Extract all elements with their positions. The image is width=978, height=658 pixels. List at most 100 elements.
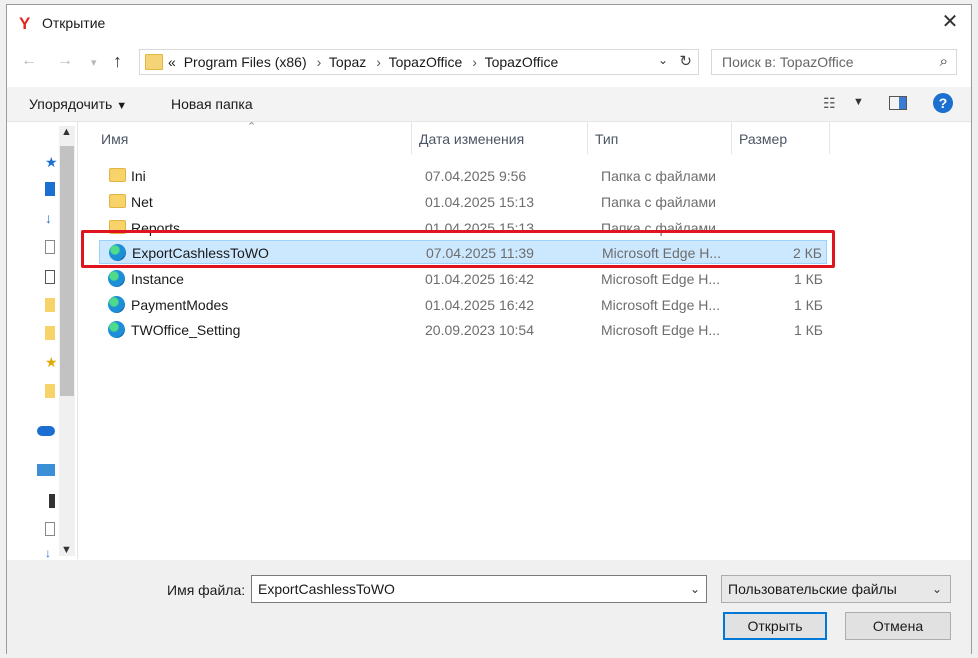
cancel-button[interactable]: Отмена <box>845 612 951 640</box>
address-bar[interactable]: « Program Files (x86) › Topaz › TopazOffic… <box>139 49 699 75</box>
help-icon[interactable]: ? <box>933 93 953 113</box>
chevron-down-icon[interactable]: ⌄ <box>690 582 700 596</box>
folder-icon <box>109 220 126 234</box>
column-header-type[interactable]: Тип <box>595 131 618 163</box>
breadcrumb-item[interactable]: Topaz <box>329 54 366 70</box>
command-toolbar: Упорядочить ▼ Новая папка ☷ ▼ ? <box>7 87 971 122</box>
scroll-down-icon[interactable]: ▼ <box>61 544 72 556</box>
file-name: ExportCashlessToWO <box>132 245 269 261</box>
list-item[interactable]: TWOffice_Setting 20.09.2023 10:54 Micros… <box>99 318 827 342</box>
dialog-title: Открытие <box>42 15 106 31</box>
search-box[interactable]: Поиск в: TopazOffice ⌕ <box>711 49 957 75</box>
file-name: TWOffice_Setting <box>131 322 241 338</box>
chevron-right-icon[interactable]: › <box>376 54 381 70</box>
folder-icon[interactable] <box>45 298 55 312</box>
file-name: Instance <box>131 271 184 287</box>
chevron-right-icon[interactable]: › <box>472 54 477 70</box>
column-divider[interactable] <box>829 122 830 154</box>
list-item[interactable]: Ini 07.04.2025 9:56 Папка с файлами <box>99 164 827 188</box>
folder-icon[interactable] <box>45 384 55 398</box>
edge-icon <box>108 270 125 287</box>
search-input[interactable]: Поиск в: TopazOffice <box>722 54 854 70</box>
file-date: 07.04.2025 9:56 <box>425 168 527 184</box>
list-item[interactable]: Net 01.04.2025 15:13 Папка с файлами <box>99 190 827 214</box>
nav-scrollbar-thumb[interactable] <box>60 146 74 396</box>
scroll-up-icon[interactable]: ▲ <box>61 126 72 138</box>
column-header-date[interactable]: Дата изменения <box>419 131 524 163</box>
navigation-bar: ← → ▾ ↑ « Program Files (x86) › Topaz › To… <box>7 45 971 81</box>
organize-button[interactable]: Упорядочить ▼ <box>29 96 127 112</box>
desktop-icon[interactable] <box>45 182 55 196</box>
column-divider[interactable] <box>731 122 732 154</box>
downloads-icon[interactable]: ↓ <box>45 210 55 226</box>
filetype-select[interactable]: Пользовательские файлы ⌄ <box>721 575 951 603</box>
navigation-pane[interactable]: ★ ↓ ★ ↓ ▲ ▼ <box>7 122 78 560</box>
file-type: Microsoft Edge H... <box>602 245 722 261</box>
chevron-right-icon[interactable]: › <box>317 54 322 70</box>
recent-locations-chevron-icon[interactable]: ▾ <box>91 56 97 69</box>
file-name: Reports <box>131 220 181 236</box>
file-date: 01.04.2025 16:42 <box>425 271 534 287</box>
close-button[interactable]: ✕ <box>939 11 961 33</box>
dialog-footer: Имя файла: ExportCashlessToWO ⌄ Пользова… <box>7 560 971 655</box>
organize-label: Упорядочить <box>29 96 113 112</box>
this-pc-icon[interactable] <box>37 464 55 476</box>
forward-button[interactable]: → <box>57 52 73 70</box>
chevron-down-icon[interactable]: ⌄ <box>932 582 942 596</box>
documents-icon[interactable] <box>45 240 55 254</box>
view-mode-icon[interactable]: ☷ <box>823 95 836 112</box>
filename-field[interactable]: ExportCashlessToWO ⌄ <box>251 575 707 603</box>
filetype-value: Пользовательские файлы <box>728 581 897 597</box>
file-date: 01.04.2025 15:13 <box>425 194 534 210</box>
chevron-down-icon[interactable]: ⌄ <box>658 53 668 67</box>
column-divider[interactable] <box>587 122 588 154</box>
folder-icon <box>109 194 126 208</box>
list-item[interactable]: Instance 01.04.2025 16:42 Microsoft Edge… <box>99 267 827 291</box>
refresh-button[interactable]: ↻ <box>679 52 692 70</box>
breadcrumb-item[interactable]: Program Files (x86) <box>184 54 307 70</box>
up-button[interactable]: ↑ <box>113 51 122 72</box>
file-name: PaymentModes <box>131 297 229 313</box>
new-folder-button[interactable]: Новая папка <box>171 96 253 112</box>
title-bar: Y Открытие ✕ <box>7 5 971 41</box>
edge-icon <box>109 244 126 261</box>
open-file-dialog: Y Открытие ✕ ← → ▾ ↑ « Program Files (x8… <box>6 4 972 655</box>
back-button[interactable]: ← <box>21 52 37 70</box>
sort-ascending-icon: ⌃ <box>247 121 257 133</box>
documents-icon[interactable] <box>45 522 55 536</box>
edge-icon <box>108 321 125 338</box>
column-header-size[interactable]: Размер <box>739 131 787 163</box>
column-divider[interactable] <box>411 122 412 154</box>
file-size: 1 КБ <box>793 271 823 287</box>
list-item[interactable]: Reports 01.04.2025 15:13 Папка с файлами <box>99 216 827 240</box>
edge-icon <box>108 296 125 313</box>
file-size: 1 КБ <box>793 297 823 313</box>
file-date: 01.04.2025 16:42 <box>425 297 534 313</box>
preview-pane-icon[interactable] <box>889 96 907 110</box>
column-header-name[interactable]: Имя <box>101 131 128 163</box>
folder-icon[interactable] <box>45 326 55 340</box>
folder-icon <box>109 168 126 182</box>
file-list: ⌃ Имя Дата изменения Тип Размер Ini 07.0… <box>79 121 971 559</box>
open-button[interactable]: Открыть <box>723 612 827 640</box>
file-date: 07.04.2025 11:39 <box>426 245 534 261</box>
breadcrumb-item[interactable]: TopazOffice <box>389 54 463 70</box>
caret-down-icon: ▼ <box>116 100 128 112</box>
filename-value: ExportCashlessToWO <box>258 581 395 597</box>
breadcrumb-overflow[interactable]: « <box>168 54 176 70</box>
quick-access-star-icon[interactable]: ★ <box>45 154 58 170</box>
search-icon[interactable]: ⌕ <box>940 53 948 70</box>
view-mode-dropdown-icon[interactable]: ▼ <box>853 96 864 108</box>
onedrive-icon[interactable] <box>37 426 55 436</box>
yandex-logo-icon: Y <box>19 14 31 33</box>
drive-icon[interactable] <box>49 494 55 508</box>
downloads-icon[interactable]: ↓ <box>45 546 55 560</box>
file-type: Microsoft Edge H... <box>601 322 721 338</box>
favorite-star-icon[interactable]: ★ <box>45 354 58 370</box>
list-item-selected[interactable]: ExportCashlessToWO 07.04.2025 11:39 Micr… <box>99 240 827 264</box>
breadcrumb-item[interactable]: TopazOffice <box>485 54 559 70</box>
pictures-icon[interactable] <box>45 270 55 284</box>
file-name: Ini <box>131 168 146 184</box>
list-item[interactable]: PaymentModes 01.04.2025 16:42 Microsoft … <box>99 293 827 317</box>
breadcrumb: « Program Files (x86) › Topaz › TopazOffic… <box>168 54 562 70</box>
